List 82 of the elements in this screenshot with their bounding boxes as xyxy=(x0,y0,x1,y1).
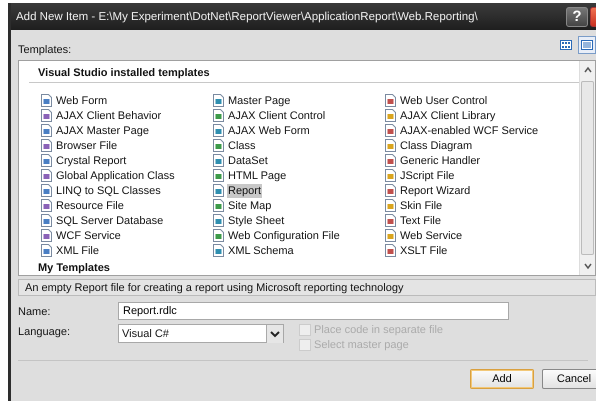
file-icon xyxy=(40,154,53,167)
file-icon xyxy=(40,169,53,182)
language-label: Language: xyxy=(18,325,71,338)
file-icon xyxy=(40,199,53,212)
template-item[interactable]: Class Diagram xyxy=(399,138,474,152)
file-icon xyxy=(384,244,397,257)
file-icon xyxy=(212,139,225,152)
file-icon xyxy=(384,94,397,107)
template-item[interactable]: DataSet xyxy=(227,154,269,168)
add-button[interactable]: Add xyxy=(470,369,534,389)
name-field[interactable]: Report.rdlc xyxy=(118,302,509,320)
file-icon xyxy=(40,94,53,107)
file-icon xyxy=(384,139,397,152)
description-text: An empty Report file for creating a report using Microsoft reporting technology xyxy=(18,279,596,296)
template-item[interactable]: Web Service xyxy=(399,228,464,242)
templates-label: Templates: xyxy=(18,44,72,58)
file-icon xyxy=(384,214,397,227)
template-item[interactable]: JScript File xyxy=(399,168,456,182)
template-item[interactable]: AJAX Client Control xyxy=(227,108,326,122)
file-icon xyxy=(384,154,397,167)
file-icon xyxy=(40,139,53,152)
template-item[interactable]: XML Schema xyxy=(227,244,295,258)
file-icon xyxy=(212,184,225,197)
template-item[interactable]: Global Application Class xyxy=(55,168,176,182)
template-item[interactable]: Generic Handler xyxy=(399,154,482,168)
section-header: My Templates xyxy=(37,261,111,276)
template-item[interactable]: Report xyxy=(227,184,262,198)
template-item[interactable]: AJAX Master Page xyxy=(55,124,150,138)
template-item[interactable]: Class xyxy=(227,138,257,152)
template-item[interactable]: Report Wizard xyxy=(399,184,472,198)
template-item[interactable]: XML File xyxy=(55,244,100,258)
section-header: Visual Studio installed templates xyxy=(29,63,579,83)
template-item[interactable]: Style Sheet xyxy=(227,214,286,228)
template-item[interactable]: AJAX-enabled WCF Service xyxy=(399,124,540,138)
file-icon xyxy=(40,184,53,197)
file-icon xyxy=(212,124,225,137)
file-icon xyxy=(40,229,53,242)
file-icon xyxy=(212,214,225,227)
window-title: Add New Item - E:\My Experiment\DotNet\ReportViewer\ApplicationReport\Web.Reporting\ xyxy=(16,10,479,22)
template-item[interactable]: Crystal Report xyxy=(55,154,128,168)
template-item[interactable]: Resource File xyxy=(55,198,125,212)
list-view-button[interactable] xyxy=(578,36,596,54)
file-icon xyxy=(40,124,53,137)
template-item[interactable]: AJAX Client Behavior xyxy=(55,108,162,122)
template-item[interactable]: HTML Page xyxy=(227,168,288,182)
chevron-down-icon[interactable] xyxy=(266,324,283,342)
scrollbar-thumb[interactable] xyxy=(581,81,594,255)
file-icon xyxy=(212,154,225,167)
file-icon xyxy=(384,184,397,197)
template-item[interactable]: AJAX Web Form xyxy=(227,124,311,138)
file-icon xyxy=(384,199,397,212)
file-icon xyxy=(384,229,397,242)
file-icon xyxy=(40,214,53,227)
cancel-button[interactable]: Cancel xyxy=(542,369,596,389)
file-icon xyxy=(40,109,53,122)
template-item[interactable]: Text File xyxy=(399,214,442,228)
file-icon xyxy=(212,244,225,257)
file-icon xyxy=(212,229,225,242)
name-label: Name: xyxy=(18,305,52,318)
file-icon xyxy=(40,244,53,257)
template-item[interactable]: Web Form xyxy=(55,94,108,108)
file-icon xyxy=(212,169,225,182)
template-item[interactable]: Browser File xyxy=(55,138,118,152)
file-icon xyxy=(384,109,397,122)
scrollbar[interactable] xyxy=(579,61,595,275)
template-item[interactable]: AJAX Client Library xyxy=(399,108,496,122)
help-button[interactable]: ? xyxy=(566,6,588,26)
file-icon xyxy=(212,109,225,122)
file-icon xyxy=(212,94,225,107)
file-icon xyxy=(384,124,397,137)
file-icon xyxy=(212,199,225,212)
template-item[interactable]: Web Configuration File xyxy=(227,228,341,242)
template-item[interactable]: Skin File xyxy=(399,198,444,212)
file-icon xyxy=(384,169,397,182)
template-item[interactable]: Master Page xyxy=(227,94,292,108)
template-item[interactable]: LINQ to SQL Classes xyxy=(55,184,162,198)
template-item[interactable]: Web User Control xyxy=(399,94,488,108)
template-item[interactable]: WCF Service xyxy=(55,228,122,242)
template-item[interactable]: Site Map xyxy=(227,198,272,212)
language-dropdown[interactable]: Visual C# xyxy=(118,324,284,343)
template-item[interactable]: SQL Server Database xyxy=(55,214,164,228)
template-item[interactable]: XSLT File xyxy=(399,244,448,258)
